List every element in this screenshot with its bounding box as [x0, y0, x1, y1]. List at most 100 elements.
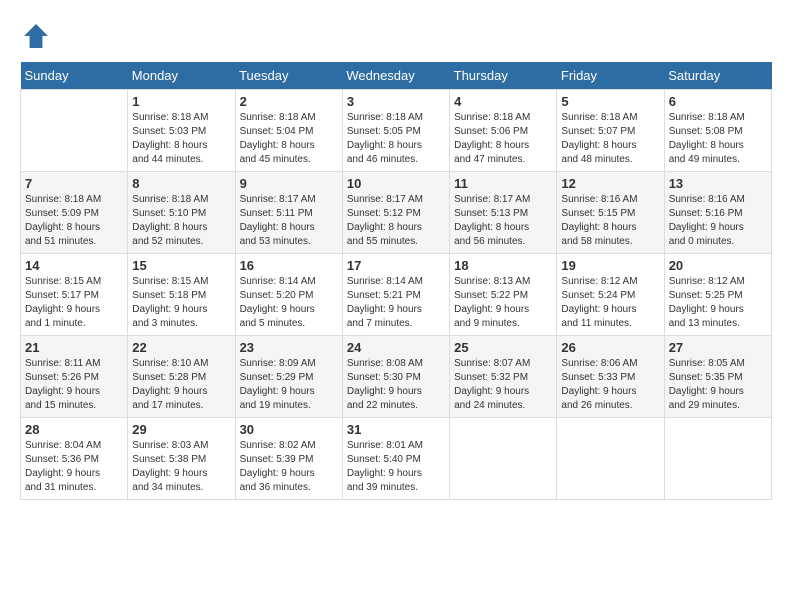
- day-number: 13: [669, 176, 767, 191]
- column-header-friday: Friday: [557, 62, 664, 90]
- column-header-monday: Monday: [128, 62, 235, 90]
- calendar-cell: 25 Sunrise: 8:07 AM Sunset: 5:32 PM Dayli…: [450, 336, 557, 418]
- calendar-cell: 1Sunrise: 8:18 AM Sunset: 5:03 PM Daylig…: [128, 90, 235, 172]
- calendar-cell: 17Sunrise: 8:14 AM Sunset: 5:21 PM Dayli…: [342, 254, 449, 336]
- calendar-cell: 2Sunrise: 8:18 AM Sunset: 5:04 PM Daylig…: [235, 90, 342, 172]
- day-number: 16: [240, 258, 338, 273]
- calendar-cell: 4 Sunrise: 8:18 AM Sunset: 5:06 PM Daylig…: [450, 90, 557, 172]
- day-number: 21: [25, 340, 123, 355]
- day-info: Sunrise: 8:15 AM Sunset: 5:18 PM Dayligh…: [132, 275, 230, 331]
- calendar-cell: 12 Sunrise: 8:16 AM Sunset: 5:15 PM Dayli…: [557, 172, 664, 254]
- day-number: 5: [561, 94, 659, 109]
- day-info: Sunrise: 8:18 AM Sunset: 5:05 PM Dayligh…: [347, 111, 445, 167]
- calendar-cell: 10 Sunrise: 8:17 AM Sunset: 5:12 PM Dayli…: [342, 172, 449, 254]
- calendar-cell: 11 Sunrise: 8:17 AM Sunset: 5:13 PM Dayli…: [450, 172, 557, 254]
- day-info: Sunrise: 8:09 AM Sunset: 5:29 PM Dayligh…: [240, 357, 338, 413]
- calendar-cell: 28 Sunrise: 8:04 AM Sunset: 5:36 PM Dayli…: [21, 418, 128, 500]
- page-header: [20, 20, 772, 52]
- calendar-week-row: 21 Sunrise: 8:11 AM Sunset: 5:26 PM Dayli…: [21, 336, 772, 418]
- day-info: Sunrise: 8:05 AM Sunset: 5:35 PM Dayligh…: [669, 357, 767, 413]
- calendar-cell: 6 Sunrise: 8:18 AM Sunset: 5:08 PM Daylig…: [664, 90, 771, 172]
- calendar-cell: 22 Sunrise: 8:10 AM Sunset: 5:28 PM Dayli…: [128, 336, 235, 418]
- calendar-cell: 9 Sunrise: 8:17 AM Sunset: 5:11 PM Daylig…: [235, 172, 342, 254]
- calendar-cell: 20Sunrise: 8:12 AM Sunset: 5:25 PM Dayli…: [664, 254, 771, 336]
- day-number: 31: [347, 422, 445, 437]
- day-number: 8: [132, 176, 230, 191]
- day-info: Sunrise: 8:14 AM Sunset: 5:20 PM Dayligh…: [240, 275, 338, 331]
- calendar-cell: [557, 418, 664, 500]
- day-info: Sunrise: 8:17 AM Sunset: 5:12 PM Dayligh…: [347, 193, 445, 249]
- calendar-cell: 15 Sunrise: 8:15 AM Sunset: 5:18 PM Dayli…: [128, 254, 235, 336]
- day-info: Sunrise: 8:06 AM Sunset: 5:33 PM Dayligh…: [561, 357, 659, 413]
- day-number: 25: [454, 340, 552, 355]
- calendar-cell: 7 Sunrise: 8:18 AM Sunset: 5:09 PM Daylig…: [21, 172, 128, 254]
- calendar-table: SundayMondayTuesdayWednesdayThursdayFrid…: [20, 62, 772, 500]
- day-number: 19: [561, 258, 659, 273]
- column-header-tuesday: Tuesday: [235, 62, 342, 90]
- calendar-cell: 16 Sunrise: 8:14 AM Sunset: 5:20 PM Dayli…: [235, 254, 342, 336]
- day-info: Sunrise: 8:16 AM Sunset: 5:15 PM Dayligh…: [561, 193, 659, 249]
- calendar-cell: [450, 418, 557, 500]
- calendar-header-row: SundayMondayTuesdayWednesdayThursdayFrid…: [21, 62, 772, 90]
- calendar-cell: 5Sunrise: 8:18 AM Sunset: 5:07 PM Daylig…: [557, 90, 664, 172]
- calendar-cell: 30Sunrise: 8:02 AM Sunset: 5:39 PM Dayli…: [235, 418, 342, 500]
- day-number: 23: [240, 340, 338, 355]
- day-info: Sunrise: 8:03 AM Sunset: 5:38 PM Dayligh…: [132, 439, 230, 495]
- calendar-week-row: 7 Sunrise: 8:18 AM Sunset: 5:09 PM Daylig…: [21, 172, 772, 254]
- logo-icon: [20, 20, 52, 52]
- day-number: 12: [561, 176, 659, 191]
- column-header-saturday: Saturday: [664, 62, 771, 90]
- calendar-week-row: 14Sunrise: 8:15 AM Sunset: 5:17 PM Dayli…: [21, 254, 772, 336]
- day-info: Sunrise: 8:07 AM Sunset: 5:32 PM Dayligh…: [454, 357, 552, 413]
- day-number: 26: [561, 340, 659, 355]
- day-info: Sunrise: 8:17 AM Sunset: 5:11 PM Dayligh…: [240, 193, 338, 249]
- day-number: 29: [132, 422, 230, 437]
- day-number: 14: [25, 258, 123, 273]
- day-number: 28: [25, 422, 123, 437]
- day-number: 27: [669, 340, 767, 355]
- day-number: 15: [132, 258, 230, 273]
- day-info: Sunrise: 8:18 AM Sunset: 5:09 PM Dayligh…: [25, 193, 123, 249]
- day-number: 24: [347, 340, 445, 355]
- day-number: 17: [347, 258, 445, 273]
- column-header-sunday: Sunday: [21, 62, 128, 90]
- day-number: 6: [669, 94, 767, 109]
- day-info: Sunrise: 8:16 AM Sunset: 5:16 PM Dayligh…: [669, 193, 767, 249]
- calendar-cell: 27 Sunrise: 8:05 AM Sunset: 5:35 PM Dayli…: [664, 336, 771, 418]
- day-number: 20: [669, 258, 767, 273]
- calendar-cell: [21, 90, 128, 172]
- calendar-cell: 26 Sunrise: 8:06 AM Sunset: 5:33 PM Dayli…: [557, 336, 664, 418]
- day-number: 22: [132, 340, 230, 355]
- day-number: 11: [454, 176, 552, 191]
- column-header-thursday: Thursday: [450, 62, 557, 90]
- day-info: Sunrise: 8:10 AM Sunset: 5:28 PM Dayligh…: [132, 357, 230, 413]
- day-number: 18: [454, 258, 552, 273]
- day-info: Sunrise: 8:08 AM Sunset: 5:30 PM Dayligh…: [347, 357, 445, 413]
- calendar-cell: 21 Sunrise: 8:11 AM Sunset: 5:26 PM Dayli…: [21, 336, 128, 418]
- column-header-wednesday: Wednesday: [342, 62, 449, 90]
- calendar-cell: [664, 418, 771, 500]
- calendar-cell: 31Sunrise: 8:01 AM Sunset: 5:40 PM Dayli…: [342, 418, 449, 500]
- calendar-cell: 29 Sunrise: 8:03 AM Sunset: 5:38 PM Dayli…: [128, 418, 235, 500]
- day-number: 10: [347, 176, 445, 191]
- day-info: Sunrise: 8:04 AM Sunset: 5:36 PM Dayligh…: [25, 439, 123, 495]
- day-number: 2: [240, 94, 338, 109]
- day-number: 7: [25, 176, 123, 191]
- calendar-week-row: 28 Sunrise: 8:04 AM Sunset: 5:36 PM Dayli…: [21, 418, 772, 500]
- day-info: Sunrise: 8:18 AM Sunset: 5:10 PM Dayligh…: [132, 193, 230, 249]
- day-number: 9: [240, 176, 338, 191]
- calendar-cell: 3 Sunrise: 8:18 AM Sunset: 5:05 PM Daylig…: [342, 90, 449, 172]
- logo: [20, 20, 56, 52]
- day-info: Sunrise: 8:02 AM Sunset: 5:39 PM Dayligh…: [240, 439, 338, 495]
- day-info: Sunrise: 8:18 AM Sunset: 5:06 PM Dayligh…: [454, 111, 552, 167]
- day-number: 3: [347, 94, 445, 109]
- calendar-cell: 23 Sunrise: 8:09 AM Sunset: 5:29 PM Dayli…: [235, 336, 342, 418]
- calendar-cell: 8 Sunrise: 8:18 AM Sunset: 5:10 PM Daylig…: [128, 172, 235, 254]
- calendar-cell: 18Sunrise: 8:13 AM Sunset: 5:22 PM Dayli…: [450, 254, 557, 336]
- day-info: Sunrise: 8:17 AM Sunset: 5:13 PM Dayligh…: [454, 193, 552, 249]
- calendar-cell: 19Sunrise: 8:12 AM Sunset: 5:24 PM Dayli…: [557, 254, 664, 336]
- day-info: Sunrise: 8:18 AM Sunset: 5:08 PM Dayligh…: [669, 111, 767, 167]
- day-info: Sunrise: 8:11 AM Sunset: 5:26 PM Dayligh…: [25, 357, 123, 413]
- calendar-cell: 24 Sunrise: 8:08 AM Sunset: 5:30 PM Dayli…: [342, 336, 449, 418]
- day-number: 4: [454, 94, 552, 109]
